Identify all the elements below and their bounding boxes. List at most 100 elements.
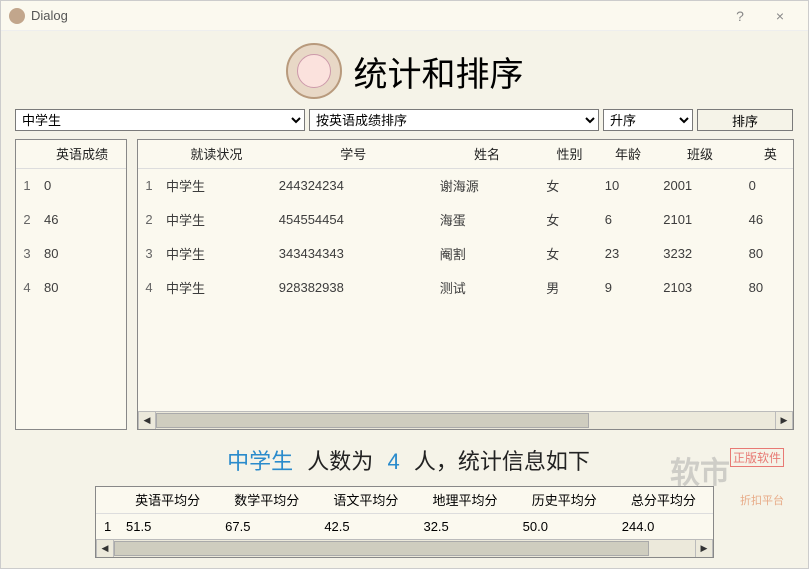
page-title: 统计和排序 (354, 47, 524, 96)
sort-button[interactable]: 排序 (697, 109, 793, 131)
main-data-table: 就读状况学号姓名性别年龄班级英 1中学生244324234谢海源女1020010… (138, 140, 793, 304)
column-header[interactable]: 英语平均分 (118, 487, 217, 513)
column-header[interactable]: 学号 (273, 140, 434, 168)
table-row[interactable]: 1中学生244324234谢海源女1020010 (138, 168, 793, 202)
main-hscroll[interactable]: ◀ ▶ (138, 411, 793, 429)
cell: 80 (743, 236, 793, 270)
cell: 244324234 (273, 168, 434, 202)
cell: 244.0 (614, 513, 713, 539)
cell: 中学生 (160, 236, 273, 270)
cell: 23 (599, 236, 658, 270)
sort-order-select[interactable]: 升序 (603, 109, 693, 131)
stats-panel: 英语平均分数学平均分语文平均分地理平均分历史平均分总分平均分 151.567.5… (95, 486, 714, 558)
english-score-panel: 英语成绩 10246380480 (15, 139, 127, 430)
title-bar: Dialog ? × (1, 1, 808, 31)
cell: 46 (743, 202, 793, 236)
cell: 80 (743, 270, 793, 304)
column-header[interactable]: 历史平均分 (515, 487, 614, 513)
column-header[interactable]: 地理平均分 (415, 487, 514, 513)
cell: 0 (743, 168, 793, 202)
cell: 67.5 (217, 513, 316, 539)
stats-hscroll[interactable]: ◀ ▶ (96, 539, 713, 557)
column-header[interactable]: 性别 (540, 140, 599, 168)
table-row[interactable]: 480 (16, 270, 126, 304)
column-header[interactable]: 年龄 (599, 140, 658, 168)
main-data-panel: 就读状况学号姓名性别年龄班级英 1中学生244324234谢海源女1020010… (137, 139, 794, 430)
scroll-left-icon[interactable]: ◀ (96, 540, 114, 557)
column-header[interactable]: 语文平均分 (316, 487, 415, 513)
scroll-track[interactable] (114, 540, 695, 557)
table-row[interactable]: 2中学生454554454海蛋女6210146 (138, 202, 793, 236)
cell: 中学生 (160, 168, 273, 202)
close-button[interactable]: × (760, 8, 800, 24)
table-row[interactable]: 10 (16, 168, 126, 202)
content-area: 统计和排序 中学生 按英语成绩排序 升序 排序 英语成绩 10246380480 (1, 31, 808, 568)
cell: 10 (599, 168, 658, 202)
english-score-table: 英语成绩 10246380480 (16, 140, 126, 304)
cell: 2001 (657, 168, 742, 202)
row-index: 1 (96, 513, 118, 539)
help-button[interactable]: ? (720, 8, 760, 24)
student-type-select[interactable]: 中学生 (15, 109, 305, 131)
column-header[interactable]: 数学平均分 (217, 487, 316, 513)
cell: 女 (540, 202, 599, 236)
row-index: 2 (138, 202, 160, 236)
window-title: Dialog (31, 8, 720, 23)
summary-pre: 人数为 (307, 449, 373, 474)
english-header: 英语成绩 (38, 140, 126, 168)
scroll-right-icon[interactable]: ▶ (695, 540, 713, 557)
cell: 9 (599, 270, 658, 304)
table-row[interactable]: 4中学生928382938测试男9210380 (138, 270, 793, 304)
table-row[interactable]: 151.567.542.532.550.0244.0 (96, 513, 713, 539)
cell: 2103 (657, 270, 742, 304)
cell: 42.5 (316, 513, 415, 539)
stats-table: 英语平均分数学平均分语文平均分地理平均分历史平均分总分平均分 151.567.5… (96, 487, 713, 539)
table-row[interactable]: 3中学生343434343阉割女23323280 (138, 236, 793, 270)
cell: 454554454 (273, 202, 434, 236)
cell-score: 80 (38, 236, 126, 270)
cell: 中学生 (160, 202, 273, 236)
summary-text: 中学生 人数为 4 人，统计信息如下 (15, 444, 794, 476)
cell: 50.0 (515, 513, 614, 539)
app-icon (9, 8, 25, 24)
filter-controls: 中学生 按英语成绩排序 升序 排序 (15, 109, 794, 131)
column-header[interactable]: 姓名 (434, 140, 541, 168)
sort-field-select[interactable]: 按英语成绩排序 (309, 109, 599, 131)
table-row[interactable]: 380 (16, 236, 126, 270)
cell: 3232 (657, 236, 742, 270)
cell-score: 46 (38, 202, 126, 236)
cell: 中学生 (160, 270, 273, 304)
scroll-left-icon[interactable]: ◀ (138, 412, 156, 429)
avatar-icon (286, 43, 342, 99)
cell: 343434343 (273, 236, 434, 270)
table-row[interactable]: 246 (16, 202, 126, 236)
cell: 2101 (657, 202, 742, 236)
cell-score: 80 (38, 270, 126, 304)
cell: 海蛋 (434, 202, 541, 236)
cell: 阉割 (434, 236, 541, 270)
cell: 谢海源 (434, 168, 541, 202)
dialog-window: Dialog ? × 统计和排序 中学生 按英语成绩排序 升序 排序 (0, 0, 809, 569)
summary-post: 人，统计信息如下 (414, 449, 590, 474)
cell: 女 (540, 236, 599, 270)
row-index: 1 (16, 168, 38, 202)
column-header[interactable]: 总分平均分 (614, 487, 713, 513)
cell: 女 (540, 168, 599, 202)
page-heading: 统计和排序 (15, 43, 794, 99)
scroll-right-icon[interactable]: ▶ (775, 412, 793, 429)
cell: 测试 (434, 270, 541, 304)
row-index: 4 (138, 270, 160, 304)
cell: 32.5 (415, 513, 514, 539)
row-index: 2 (16, 202, 38, 236)
column-header[interactable]: 就读状况 (160, 140, 273, 168)
row-index: 4 (16, 270, 38, 304)
column-header[interactable]: 班级 (657, 140, 742, 168)
cell: 6 (599, 202, 658, 236)
summary-group: 中学生 (227, 449, 293, 474)
cell: 51.5 (118, 513, 217, 539)
row-index: 3 (16, 236, 38, 270)
row-index: 3 (138, 236, 160, 270)
scroll-track[interactable] (156, 412, 775, 429)
tables-row: 英语成绩 10246380480 就读状况学号姓名性别年龄班级英 1中学生244… (15, 139, 794, 430)
column-header[interactable]: 英 (743, 140, 793, 168)
